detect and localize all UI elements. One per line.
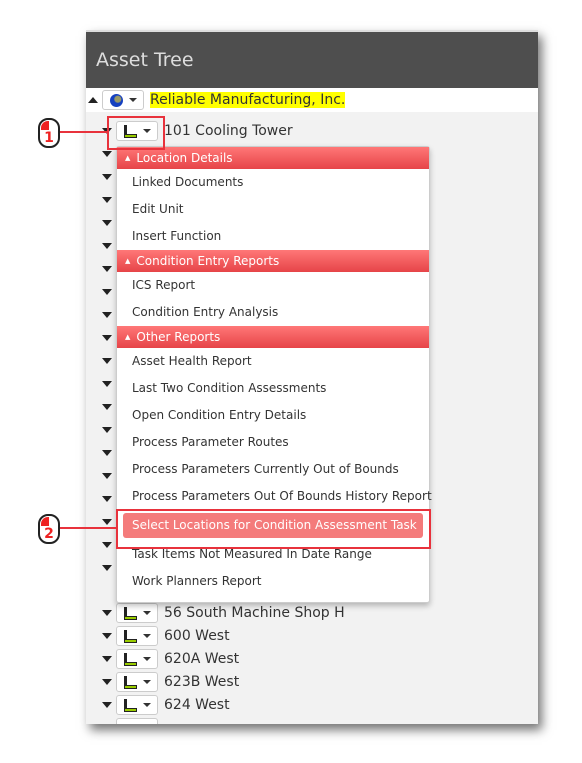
expand-icon[interactable] — [102, 243, 112, 249]
mouse-click-icon: 2 — [38, 514, 60, 544]
tree-item-hidden — [102, 488, 116, 510]
tree-item-hidden — [102, 304, 116, 326]
menu-item-asset-health-report[interactable]: Asset Health Report — [117, 348, 429, 375]
item-label[interactable]: 56 South Machine Shop H — [164, 605, 345, 621]
tree-item-hidden — [102, 189, 116, 211]
expand-icon[interactable] — [102, 679, 112, 685]
chevron-down-icon — [128, 98, 137, 102]
tree-item-hidden — [102, 396, 116, 418]
expand-icon[interactable] — [102, 335, 112, 341]
item-label[interactable]: 624 West — [164, 697, 230, 713]
expand-icon[interactable] — [102, 656, 112, 662]
section-location-details[interactable]: Location Details — [117, 147, 429, 169]
factory-icon — [123, 652, 137, 666]
menu-item-linked-documents[interactable]: Linked Documents — [117, 169, 429, 196]
callout-line-2 — [60, 527, 117, 529]
menu-item-last-two-condition-assessments[interactable]: Last Two Condition Assessments — [117, 375, 429, 402]
tree-item: 624 West — [102, 694, 230, 716]
tree-item-hidden — [102, 557, 116, 579]
chevron-down-icon — [143, 611, 151, 615]
expand-icon[interactable] — [102, 427, 112, 433]
item-label[interactable]: 101 Cooling Tower — [164, 123, 293, 139]
factory-icon — [123, 675, 137, 689]
menu-item-work-planners-report[interactable]: Work Planners Report — [117, 568, 429, 595]
expand-icon[interactable] — [102, 197, 112, 203]
factory-icon — [123, 606, 137, 620]
panel-title: Asset Tree — [86, 32, 538, 88]
chevron-down-icon — [143, 657, 151, 661]
callout-box-2 — [116, 509, 431, 549]
expand-icon[interactable] — [102, 519, 112, 525]
tree-item-hidden — [102, 235, 116, 257]
chevron-down-icon — [143, 703, 151, 707]
expand-icon[interactable] — [102, 312, 112, 318]
item-menu-button[interactable] — [116, 603, 158, 623]
menu-item-insert-function[interactable]: Insert Function — [117, 223, 429, 250]
chevron-down-icon — [143, 634, 151, 638]
menu-item-edit-unit[interactable]: Edit Unit — [117, 196, 429, 223]
tree-item-hidden — [102, 465, 116, 487]
menu-item-out-of-bounds-history[interactable]: Process Parameters Out Of Bounds History… — [117, 483, 432, 510]
menu-item-process-parameters-out-of-bounds[interactable]: Process Parameters Currently Out of Boun… — [117, 456, 429, 483]
item-label[interactable]: 600 West — [164, 628, 230, 644]
tree-item-hidden — [102, 327, 116, 349]
expand-icon[interactable] — [102, 565, 112, 571]
expand-icon[interactable] — [102, 151, 112, 157]
tree-item-hidden — [102, 281, 116, 303]
factory-icon — [123, 629, 137, 643]
item-label[interactable]: 623B West — [164, 674, 239, 690]
expand-icon[interactable] — [102, 404, 112, 410]
expand-icon[interactable] — [102, 450, 112, 456]
tree-item-hidden — [102, 534, 116, 556]
item-menu-button[interactable] — [116, 626, 158, 646]
tree-item-hidden — [102, 350, 116, 372]
tree-item: 620A West — [102, 648, 239, 670]
factory-icon — [123, 698, 137, 712]
expand-icon[interactable] — [102, 381, 112, 387]
tree-item-hidden — [102, 166, 116, 188]
globe-icon — [109, 93, 123, 107]
item-label[interactable]: 620A West — [164, 651, 239, 667]
expand-icon[interactable] — [102, 702, 112, 708]
expand-icon[interactable] — [102, 358, 112, 364]
tree-item-hidden — [102, 373, 116, 395]
root-label[interactable]: Reliable Manufacturing, Inc. — [150, 92, 346, 108]
collapse-icon[interactable] — [88, 97, 98, 103]
section-other-reports[interactable]: Other Reports — [117, 326, 429, 348]
mouse-click-icon: 1 — [38, 118, 60, 148]
menu-item-process-parameter-routes[interactable]: Process Parameter Routes — [117, 429, 429, 456]
item-menu-button[interactable] — [116, 649, 158, 669]
tree-item: 600 West — [102, 625, 230, 647]
callout-line-1 — [60, 131, 108, 133]
expand-icon[interactable] — [102, 174, 112, 180]
expand-icon[interactable] — [102, 496, 112, 502]
root-menu-button[interactable] — [102, 90, 144, 110]
expand-icon[interactable] — [102, 220, 112, 226]
expand-icon[interactable] — [102, 610, 112, 616]
tree-item: 623B West — [102, 671, 239, 693]
tree-item: 56 South Machine Shop H — [102, 602, 345, 624]
expand-icon[interactable] — [102, 473, 112, 479]
tree-item — [102, 717, 158, 724]
expand-icon[interactable] — [102, 289, 112, 295]
expand-icon[interactable] — [102, 266, 112, 272]
menu-item-open-condition-entry-details[interactable]: Open Condition Entry Details — [117, 402, 429, 429]
chevron-down-icon — [143, 680, 151, 684]
tree-item-hidden — [102, 511, 116, 533]
tree-root: Reliable Manufacturing, Inc. — [88, 89, 346, 111]
tree-item-hidden — [102, 212, 116, 234]
menu-item-condition-entry-analysis[interactable]: Condition Entry Analysis — [117, 299, 429, 326]
section-condition-entry-reports[interactable]: Condition Entry Reports — [117, 250, 429, 272]
item-menu-button[interactable] — [116, 695, 158, 715]
expand-icon[interactable] — [102, 633, 112, 639]
item-menu-button[interactable] — [116, 718, 158, 724]
tree-item-hidden — [102, 258, 116, 280]
menu-item-ics-report[interactable]: ICS Report — [117, 272, 429, 299]
tree-item-hidden — [102, 442, 116, 464]
callout-box-1 — [107, 116, 165, 150]
tree-item-hidden — [102, 419, 116, 441]
item-menu-button[interactable] — [116, 672, 158, 692]
expand-icon[interactable] — [102, 542, 112, 548]
